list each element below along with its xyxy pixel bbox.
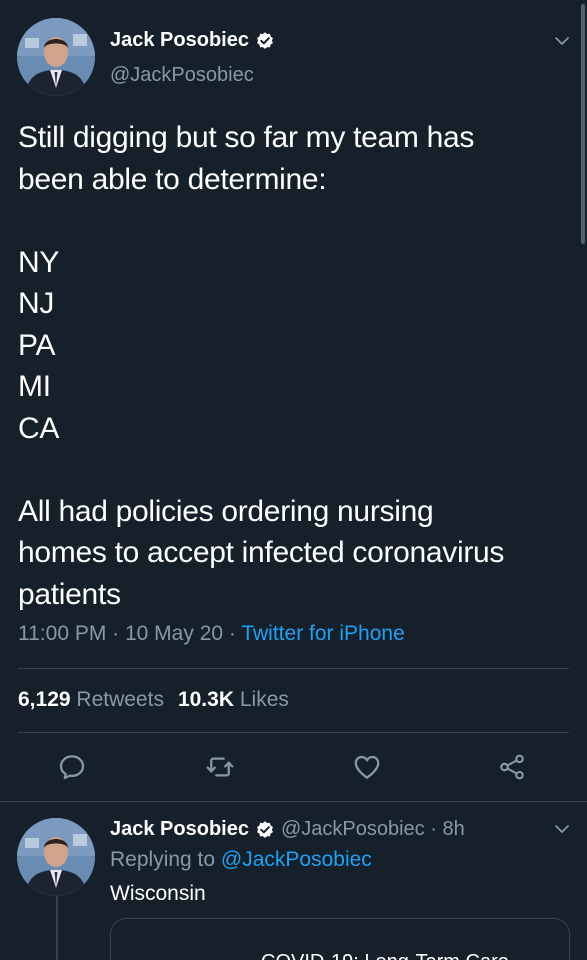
tweet-meta: 11:00 PM · 10 May 20 · Twitter for iPhon… xyxy=(18,622,405,646)
reply-button[interactable] xyxy=(57,752,87,782)
like-button[interactable] xyxy=(352,752,382,782)
card-title: COVID-19: Long-Term Care xyxy=(261,951,509,960)
author-name-row: Jack Posobiec xyxy=(110,29,275,52)
chevron-down-icon[interactable] xyxy=(553,32,571,50)
chevron-down-icon[interactable] xyxy=(553,820,571,838)
reply-author-name[interactable]: Jack Posobiec xyxy=(110,818,249,841)
retweet-icon xyxy=(206,757,234,777)
replying-handle-link[interactable]: @JackPosobiec xyxy=(221,848,372,871)
author-handle[interactable]: @JackPosobiec xyxy=(110,64,254,87)
avatar-photo xyxy=(17,818,95,896)
avatar[interactable] xyxy=(17,818,95,896)
likes-count: 10.3K xyxy=(177,688,234,711)
verified-badge-icon xyxy=(257,820,273,838)
reply-text: Wisconsin xyxy=(110,882,206,905)
likes-label: Likes xyxy=(239,688,289,711)
link-card[interactable]: COVID-19: Long-Term Care xyxy=(110,918,570,960)
reply-icon xyxy=(59,755,85,780)
replying-prefix: Replying to xyxy=(110,848,221,871)
avatar[interactable] xyxy=(17,18,95,96)
tweet-source-link[interactable]: Twitter for iPhone xyxy=(241,622,404,645)
reply-author-row: Jack Posobiec @JackPosobiec · 8h xyxy=(110,818,465,841)
retweets-label: Retweets xyxy=(76,688,164,711)
tweet-timestamp[interactable]: 11:00 PM · 10 May 20 · xyxy=(18,622,241,645)
reply-handle-time[interactable]: @JackPosobiec · 8h xyxy=(281,818,465,841)
retweets-stat[interactable]: 6,129 Retweets xyxy=(18,688,164,712)
share-button[interactable] xyxy=(497,752,527,782)
retweet-button[interactable] xyxy=(205,752,235,782)
thread-line xyxy=(56,896,58,960)
divider xyxy=(18,668,569,669)
action-bar xyxy=(0,752,587,788)
engagement-stats: 6,129 Retweets 10.3K Likes xyxy=(18,688,289,712)
heart-icon xyxy=(354,755,380,779)
author-name[interactable]: Jack Posobiec xyxy=(110,29,249,52)
replying-to: Replying to @JackPosobiec xyxy=(110,848,372,872)
divider xyxy=(18,732,569,733)
likes-stat[interactable]: 10.3K Likes xyxy=(178,688,289,712)
verified-badge-icon xyxy=(257,31,273,49)
main-tweet: Jack Posobiec @JackPosobiec Still diggin… xyxy=(0,0,587,800)
avatar-photo xyxy=(17,18,95,96)
divider xyxy=(0,801,587,802)
retweets-count: 6,129 xyxy=(18,688,71,711)
tweet-text: Still digging but so far my team has bee… xyxy=(18,121,505,611)
share-icon xyxy=(500,754,524,780)
